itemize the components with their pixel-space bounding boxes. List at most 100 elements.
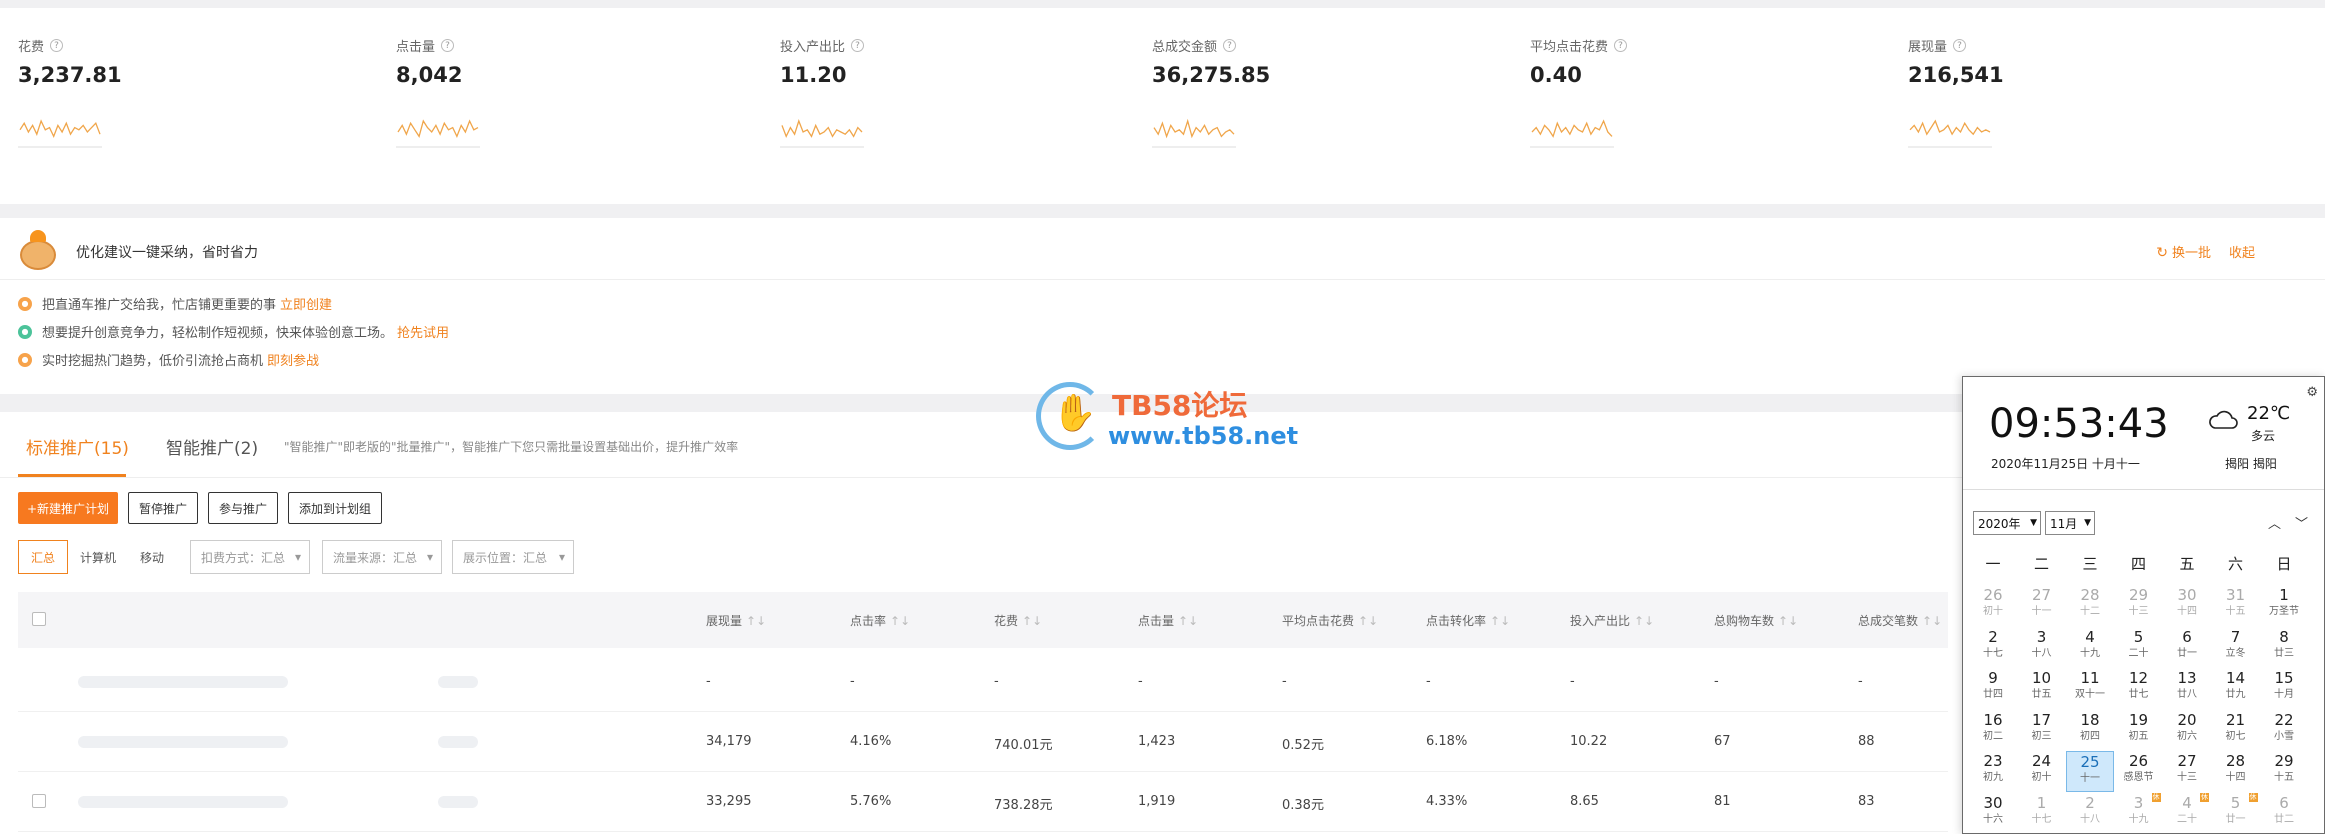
metric-label: 投入产出比? (780, 36, 1140, 55)
month-select[interactable]: 11月 ▼ (2045, 511, 2095, 535)
deduct-select[interactable]: 扣费方式：汇总 (190, 540, 310, 574)
calendar-day[interactable]: 26 感恩节 (2115, 751, 2163, 792)
calendar-day[interactable]: 6 廿二 (2260, 793, 2308, 834)
calendar-day-today[interactable]: 25 十一 (2066, 751, 2114, 792)
help-icon[interactable]: ? (50, 39, 64, 52)
select-all-checkbox[interactable] (32, 612, 46, 626)
add-to-group-button[interactable]: 添加到计划组 (288, 492, 382, 524)
calendar-day[interactable]: 9 廿四 (1969, 668, 2017, 709)
column-header[interactable]: 点击转化率 ↑↓ (1426, 612, 1510, 629)
table-row: 34,179 4.16% 740.01元 1,423 0.52元 6.18% 10.22 67… (18, 712, 1948, 772)
sort-icon: ↑↓ (1778, 614, 1799, 628)
refresh-button[interactable]: ↻ 换一批 (2156, 242, 2211, 261)
segment-pc[interactable]: 计算机 (68, 540, 128, 574)
calendar-day[interactable]: 7 立冬 (2212, 627, 2260, 668)
calendar-day[interactable]: 8 廿三 (2260, 627, 2308, 668)
column-header[interactable]: 花费 ↑↓ (994, 612, 1042, 629)
calendar-day[interactable]: 5 二十 (2115, 627, 2163, 668)
calendar-day[interactable]: 3 十九休 (2115, 792, 2163, 834)
calendar-day[interactable]: 5 廿一休 (2212, 792, 2260, 834)
calendar-day[interactable]: 4 二十休 (2163, 792, 2211, 834)
calendar-day[interactable]: 30 十六 (1969, 793, 2017, 834)
column-header[interactable]: 平均点击花费 ↑↓ (1282, 612, 1378, 629)
calendar-day[interactable]: 27 十一 (2018, 585, 2066, 626)
chevron-down-icon[interactable]: ﹀ (2295, 513, 2308, 532)
suggestion-link[interactable]: 立即创建 (280, 298, 332, 313)
row-checkbox[interactable] (32, 794, 46, 808)
calendar-day[interactable]: 17 初三 (2018, 710, 2066, 751)
calendar-day[interactable]: 12 廿七 (2115, 668, 2163, 709)
weekday-label: 日 (2276, 555, 2292, 573)
calendar-day[interactable]: 29 十三 (2115, 585, 2163, 626)
sort-icon: ↑↓ (1358, 614, 1379, 628)
calendar-day[interactable]: 16 初二 (1969, 710, 2017, 751)
help-icon[interactable]: ? (441, 39, 455, 52)
calendar-day[interactable]: 2 十七 (1969, 627, 2017, 668)
calendar-day[interactable]: 29 十五 (2260, 751, 2308, 792)
redacted-cell (198, 676, 288, 688)
column-header[interactable]: 总成交笔数 ↑↓ (1858, 612, 1942, 629)
calendar-day[interactable]: 19 初五 (2115, 710, 2163, 751)
table-row: 33,295 5.76% 738.28元 1,919 0.38元 4.33% 8.65 81 8… (18, 772, 1948, 832)
calendar-day[interactable]: 14 廿九 (2212, 668, 2260, 709)
calendar-day[interactable]: 13 廿八 (2163, 668, 2211, 709)
metric-sparkline (18, 119, 102, 148)
help-icon[interactable]: ? (1614, 39, 1628, 52)
source-select[interactable]: 流量来源：汇总 (322, 540, 442, 574)
calendar-day[interactable]: 4 十九 (2066, 627, 2114, 668)
help-icon[interactable]: ? (851, 39, 865, 52)
calendar-day[interactable]: 28 十二 (2066, 585, 2114, 626)
calendar-day[interactable]: 1 万圣节 (2260, 585, 2308, 626)
new-plan-button[interactable]: +新建推广计划 (18, 492, 118, 524)
collapse-button[interactable]: 收起 (2229, 242, 2255, 261)
chevron-down-icon: ▼ (2084, 518, 2091, 528)
metric-label: 总成交金额? (1152, 36, 1512, 55)
calendar-day[interactable]: 31 十五 (2212, 585, 2260, 626)
suggestion-title: 优化建议一键采纳，省时省力 (76, 245, 258, 261)
calendar-day[interactable]: 27 十三 (2163, 751, 2211, 792)
calendar-day[interactable]: 23 初九 (1969, 751, 2017, 792)
suggestion-link[interactable]: 抢先试用 (397, 326, 449, 341)
divider (1963, 489, 2324, 490)
pause-button[interactable]: 暂停推广 (128, 492, 198, 524)
calendar-day[interactable]: 20 初六 (2163, 710, 2211, 751)
calendar-day[interactable]: 11 双十一 (2066, 668, 2114, 709)
calendar-day[interactable]: 21 初七 (2212, 710, 2260, 751)
table-cell: 67 (1714, 734, 1731, 749)
join-button[interactable]: 参与推广 (208, 492, 278, 524)
metric-card: 展现量? 216,541 (1908, 36, 2268, 149)
calendar-day[interactable]: 10 廿五 (2018, 668, 2066, 709)
column-header[interactable]: 投入产出比 ↑↓ (1570, 612, 1654, 629)
help-icon[interactable]: ? (1953, 39, 1967, 52)
calendar-day[interactable]: 2 十八 (2066, 793, 2114, 834)
year-select[interactable]: 2020年 ▼ (1973, 511, 2041, 535)
sort-icon: ↑↓ (890, 614, 911, 628)
segment-all[interactable]: 汇总 (18, 540, 69, 574)
calendar-day[interactable]: 6 廿一 (2163, 627, 2211, 668)
calendar-day[interactable]: 18 初四 (2066, 710, 2114, 751)
segment-mobile[interactable]: 移动 (128, 540, 176, 574)
calendar-day[interactable]: 26 初十 (1969, 585, 2017, 626)
chevron-up-icon[interactable]: ︿ (2268, 513, 2281, 532)
position-select[interactable]: 展示位置：汇总 (452, 540, 574, 574)
suggestion-panel: 优化建议一键采纳，省时省力 ↻ 换一批 收起 ● 把直通车推广交给我，忙店铺更重要… (0, 218, 2325, 394)
calendar-day[interactable]: 15 十月 (2260, 668, 2308, 709)
table-cell: 6.18% (1426, 734, 1468, 749)
tab-smart[interactable]: 智能推广(2) (166, 434, 258, 459)
weather-condition: 多云 (2251, 429, 2276, 443)
holiday-badge: 休 (2151, 792, 2161, 802)
calendar-day[interactable]: 1 十七 (2018, 793, 2066, 834)
help-icon[interactable]: ? (1223, 39, 1237, 52)
calendar-day[interactable]: 22 小雪 (2260, 710, 2308, 751)
gear-icon[interactable]: ⚙ (2306, 385, 2318, 400)
suggestion-link[interactable]: 即刻参战 (267, 354, 319, 369)
calendar-day[interactable]: 28 十四 (2212, 751, 2260, 792)
column-header[interactable]: 总购物车数 ↑↓ (1714, 612, 1798, 629)
calendar-day[interactable]: 30 十四 (2163, 585, 2211, 626)
column-header[interactable]: 点击量 ↑↓ (1138, 612, 1198, 629)
column-header[interactable]: 展现量 ↑↓ (706, 612, 766, 629)
calendar-day[interactable]: 24 初十 (2018, 751, 2066, 792)
tab-standard[interactable]: 标准推广(15) (26, 434, 129, 459)
calendar-day[interactable]: 3 十八 (2018, 627, 2066, 668)
column-header[interactable]: 点击率 ↑↓ (850, 612, 910, 629)
